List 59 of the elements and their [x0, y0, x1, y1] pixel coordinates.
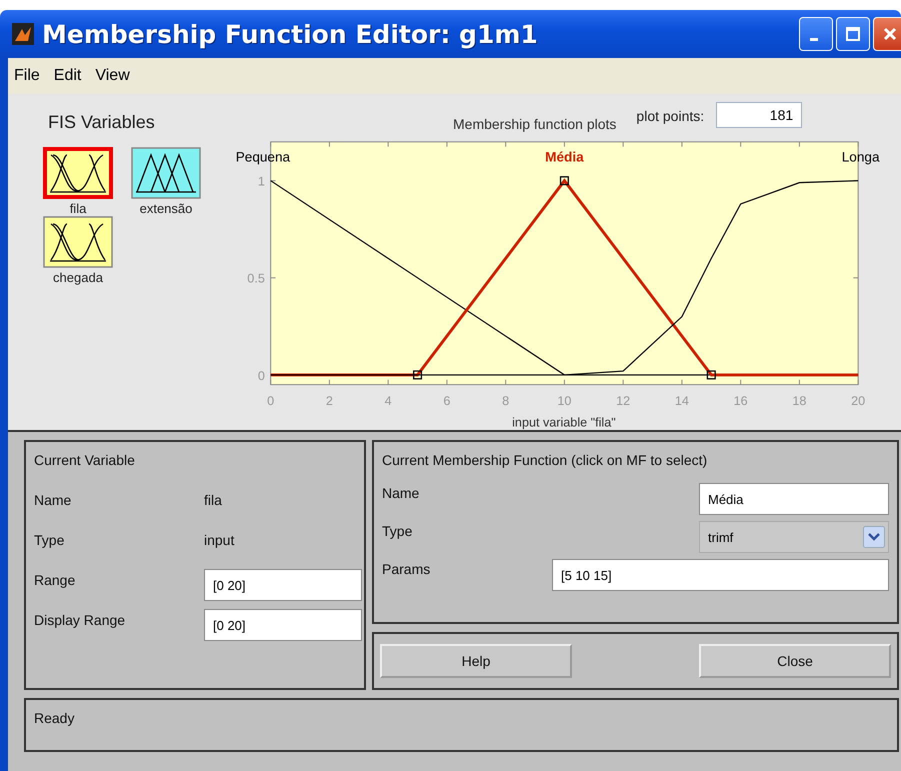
variable-name: chegada — [53, 270, 103, 285]
x-tick-label: 4 — [384, 394, 392, 408]
y-tick-label: 1 — [258, 174, 265, 188]
fis-variables-title: FIS Variables — [47, 112, 156, 133]
menu-item[interactable]: View — [95, 67, 130, 85]
field-label: Range — [34, 572, 76, 588]
x-tick-label: 8 — [502, 394, 510, 408]
panel-title: Current Variable — [33, 451, 136, 470]
input-field[interactable]: [5 10 15] — [552, 559, 889, 591]
mf-label[interactable]: Pequena — [236, 149, 290, 164]
x-tick-label: 0 — [267, 394, 274, 408]
maximize-button[interactable] — [836, 17, 870, 51]
variable-item[interactable]: fila — [38, 147, 118, 216]
variable-name: fila — [70, 201, 86, 216]
x-tick-label: 12 — [616, 394, 630, 408]
x-tick-label: 14 — [674, 394, 689, 408]
variable-name: extensão — [140, 201, 192, 216]
field-label: Name — [34, 492, 72, 508]
plot-points-field[interactable]: 181 — [716, 102, 802, 128]
close-button[interactable] — [873, 17, 901, 51]
close-icon — [882, 26, 898, 42]
app-icon — [12, 23, 34, 45]
mf-label[interactable]: Média — [545, 149, 584, 164]
x-tick-label: 10 — [557, 394, 572, 408]
variable-item[interactable]: chegada — [38, 216, 118, 285]
maximize-icon — [845, 26, 861, 42]
status-text: Ready — [34, 710, 74, 726]
menu-item[interactable]: File — [14, 67, 40, 85]
x-tick-label: 6 — [443, 394, 450, 408]
minimize-button[interactable] — [799, 17, 833, 51]
help-button[interactable]: Help — [380, 644, 572, 678]
y-tick-label: 0.5 — [247, 271, 265, 286]
field-label: Type — [34, 532, 66, 548]
menu-item[interactable]: Edit — [54, 67, 82, 85]
close-dialog-button[interactable]: Close — [699, 644, 891, 678]
input-field[interactable]: [0 20] — [204, 609, 362, 641]
field-label: Display Range — [34, 612, 126, 628]
x-tick-label: 20 — [851, 394, 866, 408]
field-value: input — [204, 532, 234, 548]
y-tick-label: 0 — [258, 368, 265, 382]
x-tick-label: 16 — [734, 394, 748, 408]
type-dropdown[interactable]: trimf — [699, 521, 889, 553]
input-field[interactable]: Média — [699, 483, 889, 515]
panel-title: Current Membership Function (click on MF to select) — [381, 451, 708, 470]
minimize-icon — [810, 38, 818, 40]
x-axis-label: input variable "fila" — [512, 415, 616, 430]
field-label: Type — [382, 523, 414, 539]
mf-label[interactable]: Longa — [842, 149, 880, 164]
input-field[interactable]: [0 20] — [204, 569, 362, 601]
plot-title: Membership function plots — [453, 116, 616, 132]
x-tick-label: 2 — [326, 394, 333, 408]
variable-item[interactable]: extensão — [126, 147, 206, 216]
field-label: Params — [382, 561, 432, 577]
x-tick-label: 18 — [792, 394, 806, 408]
chevron-down-icon — [863, 526, 885, 548]
window-title: Membership Function Editor: g1m1 — [42, 20, 539, 48]
field-value: fila — [204, 492, 222, 508]
plot-points-label: plot points: — [636, 108, 704, 124]
field-label: Name — [382, 485, 420, 501]
